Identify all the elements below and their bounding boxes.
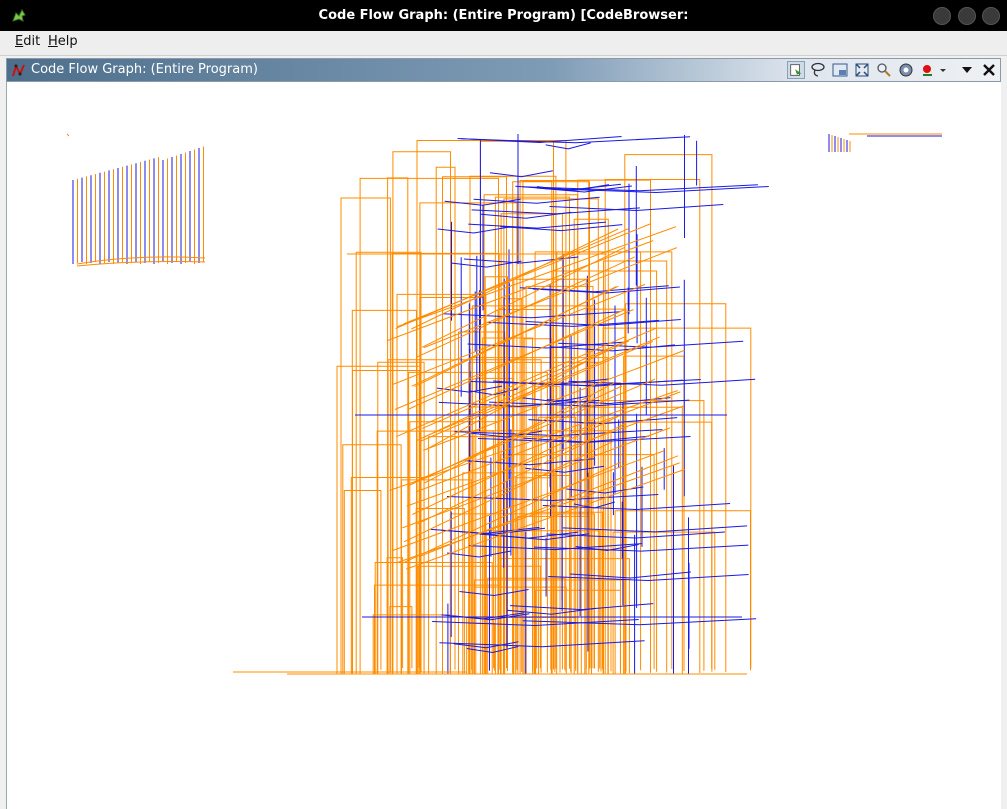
window-title: Code Flow Graph: (Entire Program) [CodeB… (139, 8, 869, 54)
maximize-icon[interactable] (958, 7, 976, 25)
graph-edge (624, 154, 713, 674)
menu-edit-label: dit (23, 34, 41, 49)
panel-header: Code Flow Graph: (Entire Program) (6, 58, 1001, 82)
close-icon[interactable] (982, 7, 1000, 25)
minimize-icon[interactable] (933, 7, 951, 25)
menu-help-label: elp (57, 34, 78, 49)
graph-canvas[interactable] (6, 82, 1001, 809)
fit-to-window-icon[interactable] (853, 61, 871, 79)
graph-edge (374, 584, 502, 674)
menu-help-mnemonic: H (48, 34, 58, 49)
title-bar[interactable]: Code Flow Graph: (Entire Program) [CodeB… (0, 0, 1007, 54)
lasso-icon[interactable] (809, 61, 827, 79)
graph-edge (352, 370, 420, 674)
graph-edge (468, 622, 496, 674)
graph-edge (340, 197, 391, 674)
graph-edge (351, 309, 417, 674)
graph-edge (437, 226, 510, 234)
graph-edges (66, 133, 942, 675)
graph-edge (545, 142, 591, 150)
graph-edge (468, 221, 607, 229)
menu-edit[interactable]: Edit (15, 34, 40, 49)
zoom-icon[interactable] (875, 61, 893, 79)
layout-settings-icon[interactable] (897, 61, 915, 79)
graph-edge (66, 133, 70, 137)
application-window: Code Flow Graph: (Entire Program) [CodeB… (0, 0, 1007, 809)
graph-icon (12, 63, 25, 77)
panel-menu-icon[interactable] (958, 61, 976, 79)
graph-edge (397, 226, 677, 328)
menu-edit-mnemonic: E (15, 34, 24, 49)
menu-bar: Edit Help (0, 31, 1007, 56)
options-dropdown-icon[interactable] (937, 61, 949, 79)
reload-graph-icon[interactable] (787, 61, 805, 79)
program-flow-graph[interactable] (7, 82, 1001, 809)
satellite-view-icon[interactable] (831, 61, 849, 79)
close-panel-icon[interactable] (980, 61, 998, 79)
menu-help[interactable]: Help (48, 34, 78, 49)
node-color-icon[interactable] (919, 61, 937, 79)
panel-title: Code Flow Graph: (Entire Program) (31, 62, 258, 77)
graph-edge (480, 211, 572, 219)
